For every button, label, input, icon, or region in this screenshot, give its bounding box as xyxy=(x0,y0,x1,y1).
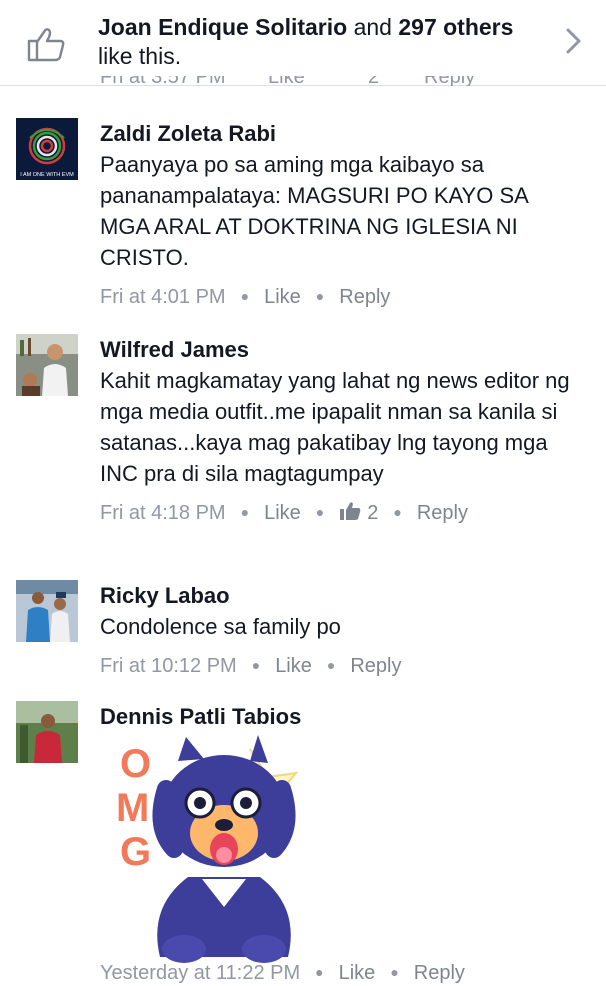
thumbs-up-icon xyxy=(27,28,65,62)
separator-dot: ● xyxy=(315,288,325,304)
separator-dot: ● xyxy=(390,964,399,980)
previous-reply[interactable]: Reply xyxy=(424,76,475,86)
avatar[interactable] xyxy=(16,701,78,763)
chevron-right-icon[interactable] xyxy=(562,26,586,56)
comment-meta: Fri at 4:18 PM ● Like ● 2 ● Reply xyxy=(100,499,580,526)
previous-comment-meta: Fri at 3:57 PM Like 2 Reply xyxy=(0,76,606,86)
previous-like[interactable]: Like xyxy=(268,76,305,86)
comment-meta: Fri at 10:12 PM ● Like ● Reply xyxy=(100,652,580,679)
avatar[interactable] xyxy=(16,334,78,396)
separator-dot: ● xyxy=(326,657,336,673)
commenter-name[interactable]: Dennis Patli Tabios xyxy=(100,702,580,732)
like-button[interactable]: Like xyxy=(339,962,376,984)
previous-time: Fri at 3:57 PM xyxy=(100,76,226,86)
like-button[interactable]: Like xyxy=(275,655,312,677)
sticker-letter: G xyxy=(120,830,151,874)
like-count-icon[interactable] xyxy=(339,501,361,521)
separator-dot: ● xyxy=(315,504,325,520)
comment-text: Condolence sa family po xyxy=(100,614,341,639)
like-count[interactable]: 2 xyxy=(367,502,378,524)
separator-dot: ● xyxy=(240,504,250,520)
liker-name[interactable]: Joan Endique Solitario xyxy=(98,14,347,40)
omg-bear-sticker[interactable]: O M G xyxy=(100,729,320,969)
like-button[interactable]: Like xyxy=(264,286,301,308)
commenter-name[interactable]: Zaldi Zoleta Rabi xyxy=(100,119,580,149)
avatar[interactable]: I AM ONE WITH EVM xyxy=(16,118,78,180)
separator-dot: ● xyxy=(251,657,261,673)
previous-like-count: 2 xyxy=(368,76,379,86)
avatar-caption: I AM ONE WITH EVM xyxy=(20,172,74,178)
separator-dot: ● xyxy=(393,504,402,520)
sticker-letter: M xyxy=(116,786,149,830)
likes-summary-text: Joan Endique Solitario and 297 others li… xyxy=(98,13,538,71)
likes-suffix: like this. xyxy=(98,43,182,69)
separator-dot: ● xyxy=(315,964,324,980)
likes-summary-bar[interactable]: Joan Endique Solitario and 297 others li… xyxy=(0,0,606,86)
comment-text: Paanyaya po sa aming mga kaibayo sa pana… xyxy=(100,152,528,270)
reply-button[interactable]: Reply xyxy=(350,655,401,677)
sticker-letter: O xyxy=(120,742,151,786)
others-count[interactable]: 297 others xyxy=(398,14,513,40)
comment-meta: Fri at 4:01 PM ● Like ● Reply xyxy=(100,283,580,310)
comment-time[interactable]: Fri at 4:18 PM xyxy=(100,502,226,524)
likes-joiner: and xyxy=(347,14,399,40)
reply-button[interactable]: Reply xyxy=(414,962,465,984)
comment-time[interactable]: Fri at 4:01 PM xyxy=(100,286,226,308)
avatar[interactable] xyxy=(16,580,78,642)
comment-time[interactable]: Yesterday at 11:22 PM xyxy=(100,962,300,984)
like-button[interactable]: Like xyxy=(264,502,301,524)
comment-text: Kahit magkamatay yang lahat ng news edit… xyxy=(100,368,570,486)
reply-button[interactable]: Reply xyxy=(417,502,468,524)
separator-dot: ● xyxy=(240,288,250,304)
commenter-name[interactable]: Wilfred James xyxy=(100,335,580,365)
commenter-name[interactable]: Ricky Labao xyxy=(100,581,580,611)
comment-meta: Yesterday at 11:22 PM ● Like ● Reply xyxy=(100,959,465,986)
comment-time[interactable]: Fri at 10:12 PM xyxy=(100,655,237,677)
reply-button[interactable]: Reply xyxy=(339,286,390,308)
